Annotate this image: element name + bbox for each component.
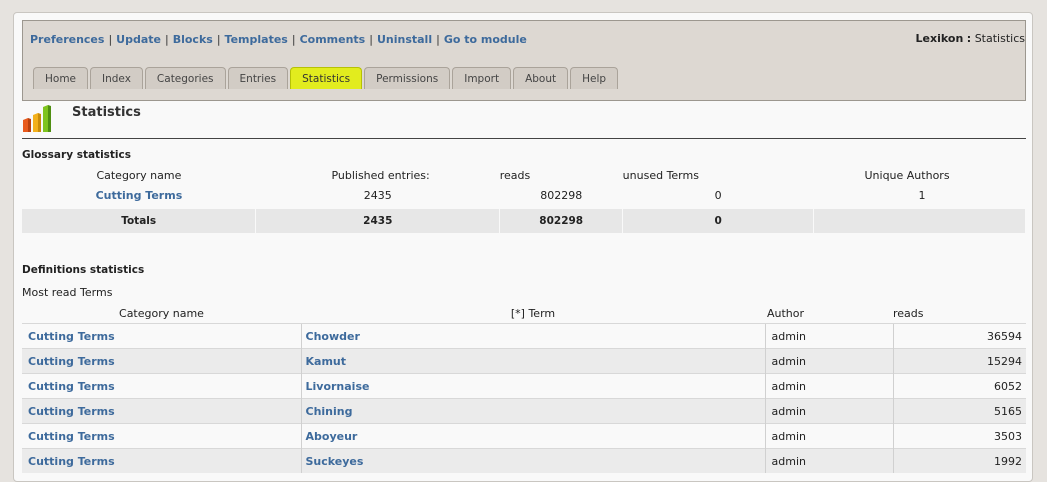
column-header: reads (893, 306, 924, 320)
table-row: Cutting Terms Livornaise admin 6052 (22, 373, 1026, 399)
most-read-terms-table: Category name [*] Term Author reads Cutt… (22, 303, 1026, 473)
tab-statistics[interactable]: Statistics (290, 67, 363, 89)
reads-cell: 6052 (892, 373, 1026, 399)
glossary-statistics-title: Glossary statistics (22, 149, 132, 161)
category-link[interactable]: Cutting Terms (28, 355, 115, 368)
page-title: Statistics (72, 105, 141, 120)
reads-count: 802298 (540, 188, 583, 202)
table-row: Cutting Terms Kamut admin 15294 (22, 348, 1026, 374)
term-link[interactable]: Suckeyes (306, 455, 364, 468)
author-cell: admin (764, 448, 893, 473)
author-cell: admin (764, 348, 893, 374)
reads-cell: 3503 (892, 423, 1026, 449)
table-row: Cutting Terms Aboyeur admin 3503 (22, 423, 1026, 449)
table-header-row: Category name Published entries: reads u… (22, 165, 1026, 185)
reads-cell: 5165 (892, 398, 1026, 424)
nav-separator: | (108, 33, 113, 46)
author-cell: admin (764, 398, 893, 424)
nav-separator: | (216, 33, 221, 46)
breadcrumb-module: Lexikon (915, 32, 964, 45)
table-row: Cutting Terms Chowder admin 36594 (22, 323, 1026, 349)
nav-separator: | (436, 33, 440, 46)
top-navigation: Preferences | Update | Blocks | Templates | Comm… (30, 33, 527, 46)
tab-categories[interactable]: Categories (144, 67, 226, 89)
reads-cell: 36594 (892, 323, 1026, 349)
totals-label: Totals (22, 209, 257, 233)
category-link[interactable]: Cutting Terms (28, 380, 115, 393)
breadcrumb: Lexikon : Statistics (916, 32, 1025, 45)
column-header: [*] Term (510, 306, 556, 320)
nav-templates-link[interactable]: Templates (225, 33, 288, 46)
author-cell: admin (764, 423, 893, 449)
nav-blocks-link[interactable]: Blocks (173, 33, 213, 46)
nav-update-link[interactable]: Update (116, 33, 161, 46)
term-link[interactable]: Chowder (306, 330, 360, 343)
unused-terms-count: 0 (714, 188, 722, 202)
most-read-terms-label: Most read Terms (22, 286, 113, 299)
tab-permissions[interactable]: Permissions (364, 67, 451, 89)
tab-about[interactable]: About (513, 67, 569, 89)
tab-import[interactable]: Import (452, 67, 512, 89)
nav-uninstall-link[interactable]: Uninstall (377, 33, 432, 46)
column-header: reads (499, 168, 531, 182)
nav-separator: | (291, 33, 296, 46)
published-count: 2435 (363, 188, 392, 202)
tab-help[interactable]: Help (570, 67, 619, 89)
column-header: Category name (96, 168, 182, 182)
tab-entries[interactable]: Entries (227, 67, 289, 89)
admin-header: Preferences | Update | Blocks | Templates | Comm… (22, 20, 1026, 101)
reads-cell: 1992 (892, 448, 1026, 473)
column-header: unused Terms (622, 168, 699, 182)
totals-unused: 0 (622, 209, 815, 233)
tab-index[interactable]: Index (90, 67, 143, 89)
category-link[interactable]: Cutting Terms (28, 405, 115, 418)
author-cell: admin (764, 323, 893, 349)
column-header: Unique Authors (864, 168, 950, 182)
module-tabs: Home Index Categories Entries Statistics… (33, 67, 619, 89)
term-link[interactable]: Livornaise (306, 380, 370, 393)
tab-home[interactable]: Home (33, 67, 89, 89)
category-link[interactable]: Cutting Terms (28, 430, 115, 443)
column-header: Author (767, 306, 805, 320)
unique-authors-count: 1 (918, 188, 926, 202)
page-header: Statistics (22, 105, 1026, 139)
breadcrumb-page: Statistics (974, 32, 1025, 45)
glossary-statistics-table: Category name Published entries: reads u… (22, 165, 1026, 233)
totals-row: Totals 2435 802298 0 (22, 209, 1026, 233)
reads-cell: 15294 (892, 348, 1026, 374)
nav-go-to-module-link[interactable]: Go to module (444, 33, 527, 46)
nav-separator: | (165, 33, 169, 46)
category-link[interactable]: Cutting Terms (28, 330, 115, 343)
totals-authors (813, 209, 1026, 233)
definitions-statistics-title: Definitions statistics (22, 264, 145, 276)
category-link[interactable]: Cutting Terms (28, 455, 115, 468)
term-link[interactable]: Aboyeur (306, 430, 358, 443)
author-cell: admin (764, 373, 893, 399)
column-header: Published entries: (331, 168, 430, 182)
main-panel: Preferences | Update | Blocks | Templates | Comm… (13, 12, 1033, 482)
table-header-row: Category name [*] Term Author reads (22, 303, 1026, 324)
nav-preferences-link[interactable]: Preferences (30, 33, 104, 46)
nav-separator: | (369, 33, 373, 46)
table-row: Cutting Terms 2435 802298 0 1 (22, 185, 1026, 205)
totals-reads: 802298 (499, 209, 624, 233)
category-link[interactable]: Cutting Terms (96, 189, 183, 202)
column-header: Category name (119, 306, 204, 320)
totals-published: 2435 (255, 209, 501, 233)
table-row: Cutting Terms Suckeyes admin 1992 (22, 448, 1026, 473)
nav-comments-link[interactable]: Comments (300, 33, 366, 46)
bar-chart-icon (23, 105, 51, 132)
term-link[interactable]: Kamut (306, 355, 347, 368)
table-row: Cutting Terms Chining admin 5165 (22, 398, 1026, 424)
breadcrumb-separator: : (966, 32, 972, 45)
term-link[interactable]: Chining (306, 405, 353, 418)
